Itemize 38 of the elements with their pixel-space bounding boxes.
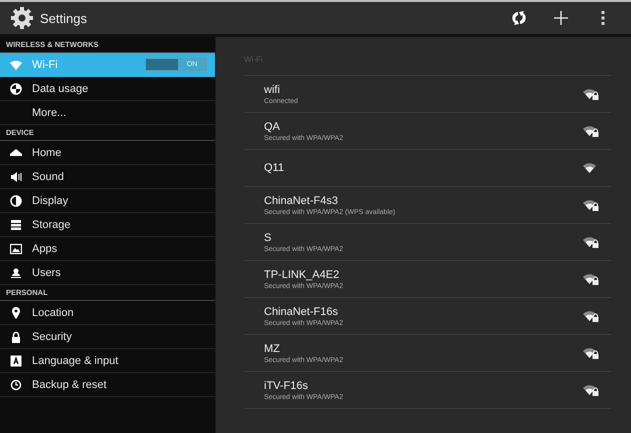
map-pin-icon: [10, 306, 22, 318]
network-name: iTV-F16s: [264, 380, 310, 392]
sidebar-item[interactable]: Sound: [0, 165, 215, 189]
padlock-icon: [10, 330, 22, 342]
speaker-icon: [10, 170, 22, 182]
sidebar-item[interactable]: Users: [0, 261, 215, 285]
network-name: wifi: [264, 84, 281, 96]
sidebar-item[interactable]: Location: [0, 301, 215, 325]
network-row[interactable]: Q11: [244, 150, 611, 187]
sidebar-item[interactable]: Security: [0, 325, 215, 349]
sidebar-item[interactable]: Backup & reset: [0, 373, 215, 397]
keyboard-letter-icon: [10, 354, 22, 366]
contrast-circle-icon: [10, 194, 22, 206]
network-name: QA: [264, 120, 281, 132]
network-name: ChinaNet-F16s: [264, 306, 339, 318]
network-name: ChinaNet-F4s3: [264, 194, 339, 206]
wifi-icon: [10, 58, 22, 70]
sidebar-item[interactable]: Home: [0, 141, 215, 165]
network-name: Q11: [264, 162, 285, 174]
person-icon: [10, 266, 22, 278]
sidebar-item[interactable]: Apps: [0, 237, 215, 261]
network-name: TP-LINK_A4E2: [264, 268, 340, 280]
network-name: S: [264, 232, 272, 244]
network-name: MZ: [264, 342, 281, 354]
sidebar-item[interactable]: Data usage: [0, 77, 215, 101]
gear-icon: [10, 6, 34, 30]
refresh-arrows-icon: [511, 10, 527, 26]
app-title: Settings: [40, 10, 87, 26]
home-icon: [10, 146, 22, 158]
overflow-menu-icon: [601, 11, 605, 25]
sidebar-item[interactable]: Display: [0, 189, 215, 213]
sidebar-item[interactable]: More...: [0, 101, 215, 125]
picture-frame-icon: [10, 242, 22, 254]
plus-icon: [553, 10, 569, 26]
sidebar-item[interactable]: Language & input: [0, 349, 215, 373]
storage-stack-icon: [10, 218, 22, 230]
pie-chart-icon: [10, 82, 22, 94]
sidebar-item[interactable]: Storage: [0, 213, 215, 237]
